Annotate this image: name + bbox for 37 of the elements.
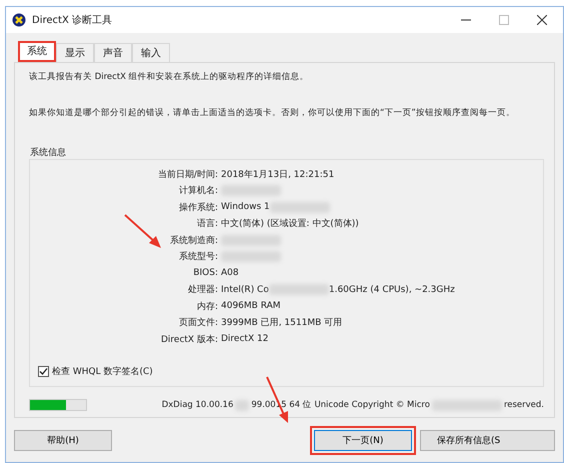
info-value: DirectX 12 xyxy=(221,334,268,344)
checkbox[interactable] xyxy=(38,366,49,377)
info-value: 中文(简体) (区域设置: 中文(简体)) xyxy=(221,218,359,230)
info-value: 1.60GHz (4 CPUs), ~2.3GHz xyxy=(328,284,455,295)
info-label: DirectX 版本: xyxy=(160,334,219,346)
info-value: 4096MB RAM xyxy=(221,301,281,312)
info-label: 语言: xyxy=(196,218,219,230)
tab[interactable]: 系统 xyxy=(18,41,56,62)
info-label: 当前日期/时间: xyxy=(156,168,219,181)
window-title: DirectX 诊断工具 xyxy=(32,14,112,27)
version-text: DxDiag 10.00.16 xyxy=(162,400,234,410)
dialog-button[interactable]: 帮助(H) xyxy=(14,430,112,451)
info-value: 3999MB 已用, 1511MB 可用 xyxy=(221,317,342,330)
group-title: 系统信息 xyxy=(30,146,66,159)
close-icon[interactable] xyxy=(537,15,547,25)
dialog-button[interactable]: 保存所有信息(S xyxy=(420,430,555,451)
info-label: 计算机名: xyxy=(178,184,219,198)
info-value: Windows 1 xyxy=(221,202,270,212)
info-label: 内存: xyxy=(196,300,219,313)
info-label: 系统制造商: xyxy=(168,234,219,247)
tab[interactable]: 声音 xyxy=(94,43,132,62)
info-value: 2018年1月13日, 12:21:51 xyxy=(221,168,334,181)
info-label: 处理器: xyxy=(186,284,219,296)
annotation-arrow xyxy=(124,214,161,248)
tab[interactable]: 显示 xyxy=(56,43,94,62)
intro-text: 该工具报告有关 DirectX 组件和安装在系统上的驱动程序的详细信息。 xyxy=(29,71,310,83)
intro-text: 如果你知道是哪个部分引起的错误，请单击上面适当的选项卡。否则，你可以使用下面的“下一页”按钮按顺序查阅每一页。 xyxy=(29,107,516,119)
info-value: A08 xyxy=(221,268,239,278)
info-label: 系统型号: xyxy=(178,250,219,264)
info-label: 操作系统: xyxy=(178,202,219,214)
info-label: 页面文件: xyxy=(178,316,219,330)
checkbox-label: 检查 WHQL 数字签名(C) xyxy=(52,366,153,378)
x-logo-icon xyxy=(12,13,26,27)
tab[interactable]: 输入 xyxy=(132,43,170,62)
info-label: BIOS: xyxy=(192,268,219,278)
version-text: reserved. xyxy=(504,400,544,410)
info-value: Intel(R) Co xyxy=(221,284,269,295)
